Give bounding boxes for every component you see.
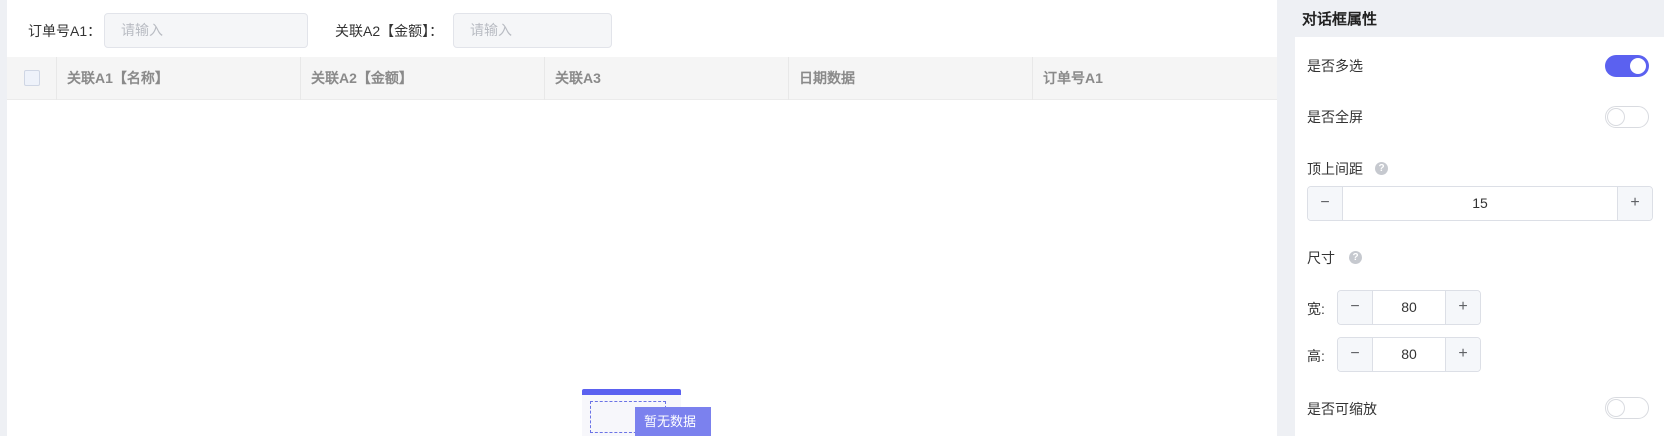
- select-all-checkbox[interactable]: [24, 70, 40, 86]
- filter-bar: 订单号A1： 请输入 关联A2【金额】： 请输入: [7, 0, 1277, 57]
- plus-icon[interactable]: +: [1445, 338, 1480, 371]
- toggle-knob: [1630, 58, 1646, 74]
- minus-icon[interactable]: −: [1338, 291, 1373, 324]
- panel-body: 是否多选 是否全屏 顶上间距 ? − 15 + 尺寸 ? 宽: − 80 + 高…: [1295, 37, 1664, 436]
- question-circle-icon[interactable]: ?: [1375, 162, 1388, 175]
- toggle-knob: [1608, 109, 1624, 125]
- plus-icon[interactable]: +: [1445, 291, 1480, 324]
- size-label: 尺寸: [1307, 250, 1335, 266]
- height-value[interactable]: 80: [1373, 338, 1445, 371]
- panel-title: 对话框属性: [1302, 11, 1378, 28]
- column-header[interactable]: 订单号A1: [1033, 57, 1277, 100]
- fullscreen-label: 是否全屏: [1307, 109, 1363, 125]
- width-value[interactable]: 80: [1373, 291, 1445, 324]
- left-edge: [0, 0, 7, 436]
- minus-icon[interactable]: −: [1338, 338, 1373, 371]
- amount-input[interactable]: 请输入: [453, 13, 612, 48]
- table-header: 关联A1【名称】 关联A2【金额】 关联A3 日期数据 订单号A1: [7, 57, 1277, 100]
- plus-icon[interactable]: +: [1617, 187, 1652, 220]
- height-stepper: − 80 +: [1337, 337, 1481, 372]
- order-no-input[interactable]: 请输入: [104, 13, 308, 48]
- column-header[interactable]: 关联A3: [545, 57, 789, 100]
- width-label: 宽:: [1307, 301, 1325, 317]
- design-canvas: 订单号A1： 请输入 关联A2【金额】： 请输入 关联A1【名称】 关联A2【金…: [7, 0, 1277, 436]
- question-circle-icon[interactable]: ?: [1349, 251, 1362, 264]
- resizable-label: 是否可缩放: [1307, 401, 1377, 417]
- column-header[interactable]: 关联A2【金额】: [301, 57, 545, 100]
- top-margin-label: 顶上间距: [1307, 161, 1363, 177]
- height-label: 高:: [1307, 348, 1325, 364]
- amount-label: 关联A2【金额】：: [335, 23, 444, 39]
- properties-panel: 对话框属性 是否多选 是否全屏 顶上间距 ? − 15 + 尺寸 ? 宽: − …: [1287, 0, 1664, 436]
- top-margin-stepper: − 15 +: [1307, 186, 1653, 221]
- minus-icon[interactable]: −: [1308, 187, 1343, 220]
- empty-text: 暂无数据: [635, 407, 711, 436]
- multi-select-toggle[interactable]: [1605, 55, 1649, 77]
- top-margin-value[interactable]: 15: [1343, 187, 1617, 220]
- select-all-cell: [7, 57, 57, 100]
- multi-select-label: 是否多选: [1307, 58, 1363, 74]
- resizable-toggle[interactable]: [1605, 397, 1649, 419]
- order-no-label: 订单号A1：: [28, 23, 102, 39]
- column-header[interactable]: 日期数据: [789, 57, 1033, 100]
- toggle-knob: [1608, 400, 1624, 416]
- column-header[interactable]: 关联A1【名称】: [57, 57, 301, 100]
- fullscreen-toggle[interactable]: [1605, 106, 1649, 128]
- width-stepper: − 80 +: [1337, 290, 1481, 325]
